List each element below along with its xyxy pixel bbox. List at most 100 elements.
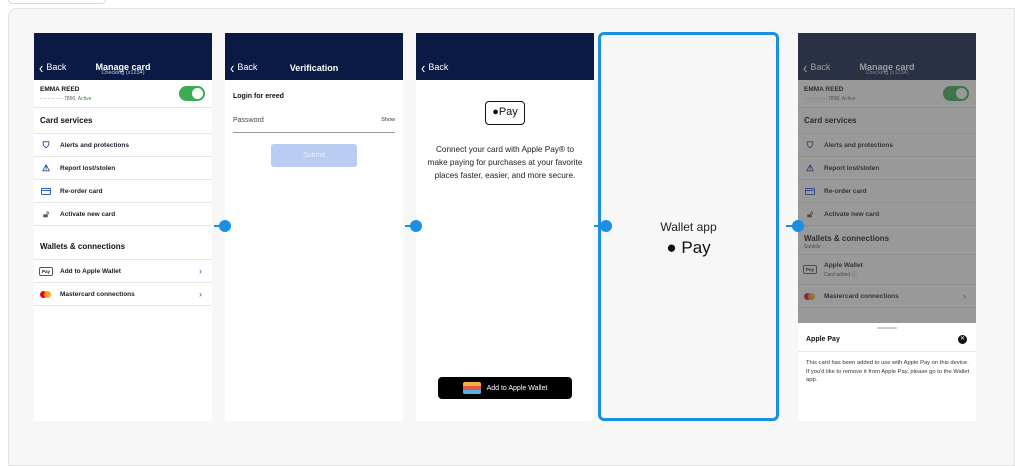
row-label: Apple Wallet <box>824 261 863 269</box>
mastercard-icon <box>804 292 816 300</box>
card-toggle[interactable] <box>943 86 969 101</box>
card-added-status: Card added ⓘ <box>824 271 863 278</box>
wallets-header: Wallets & connections Subtitle <box>798 232 976 255</box>
account-number: ···· ···· ···· 7890, Active <box>40 96 91 102</box>
apple-wallet-text: Apple Wallet Card added ⓘ <box>824 262 863 278</box>
password-field[interactable]: Password Show <box>233 117 395 133</box>
card-services-heading: Card services <box>34 108 212 134</box>
show-password-button[interactable]: Show <box>381 117 395 123</box>
wallets-subtitle: Subtitle <box>804 244 821 250</box>
chevron-right-icon: › <box>963 291 966 301</box>
apple-pay-logo-text: Pay <box>498 106 518 118</box>
manage-card-screen: ‹ Back Manage card Checking (x1234) EMMA… <box>34 33 212 421</box>
page-subtitle: Checking (x1234) <box>865 70 909 76</box>
reorder-card-row[interactable]: Re-order card <box>34 180 212 203</box>
alerts-and-protections-row[interactable]: ⛉ Alerts and protections <box>798 134 976 157</box>
mastercard-icon <box>40 290 52 298</box>
manage-card-confirmation-screen: ‹ Back Manage card Checking (x1234) EMMA… <box>798 33 976 421</box>
warning-icon: ⚠ <box>805 162 815 173</box>
apple-pay-description: Connect your card with Apple Pay® to mak… <box>427 145 583 180</box>
report-lost-stolen-row[interactable]: ⚠ Report lost/stolen <box>34 157 212 180</box>
password-label: Password <box>233 117 264 124</box>
add-to-apple-wallet-button[interactable]: Add to Apple Wallet <box>438 377 572 399</box>
wallet-app-step: Wallet app ● Pay <box>598 32 779 421</box>
nav-bar: ‹ Back Manage card Checking (x1234) <box>34 33 212 80</box>
account-status: Active <box>77 96 92 102</box>
row-label: Report lost/stolen <box>60 164 116 172</box>
close-icon[interactable]: ✕ <box>958 335 967 344</box>
apple-icon: ● <box>492 106 499 118</box>
lock-icon: 🔓︎ <box>807 208 813 219</box>
card-services-heading: Card services <box>798 108 976 134</box>
chevron-right-icon: › <box>199 289 202 299</box>
nav-bar: ‹ Back Verification <box>225 33 403 80</box>
reorder-card-row[interactable]: Re-order card <box>798 180 976 203</box>
activate-new-card-row[interactable]: 🔓︎ Activate new card <box>34 203 212 226</box>
mastercard-connections-row[interactable]: Mastercard connections › <box>798 285 976 308</box>
row-label: Re-order card <box>824 187 867 195</box>
activate-new-card-row[interactable]: 🔓︎ Activate new card <box>798 203 976 226</box>
row-label: Mastercard connections <box>824 292 899 300</box>
card-icon <box>40 187 52 195</box>
wallet-icon <box>462 382 481 394</box>
page-subtitle: Checking (x1234) <box>101 70 145 76</box>
sheet-grabber[interactable] <box>877 327 897 329</box>
account-name: EMMA REED <box>804 86 844 93</box>
verification-screen: ‹ Back Verification Login for ereed Pass… <box>225 33 403 421</box>
mastercard-connections-row[interactable]: Mastercard connections › <box>34 283 212 306</box>
account-name: EMMA REED <box>40 86 80 93</box>
sheet-title: Apple Pay <box>806 336 840 343</box>
lock-icon: 🔓︎ <box>43 208 49 219</box>
account-summary: EMMA REED ···· ···· ···· 7890, Active <box>34 80 212 108</box>
row-label: Activate new card <box>824 210 880 218</box>
apple-icon: ● <box>666 238 677 257</box>
sheet-body: This card has been added to use with App… <box>806 360 970 384</box>
report-lost-stolen-row[interactable]: ⚠ Report lost/stolen <box>798 157 976 180</box>
apple-pay-mark-text: Pay <box>681 238 711 257</box>
add-to-apple-wallet-row[interactable]: Pay Add to Apple Wallet › <box>34 260 212 283</box>
add-to-apple-wallet-label: Add to Apple Wallet <box>486 384 548 392</box>
account-number: ···· ···· ···· 7890, Active <box>804 96 855 102</box>
card-toggle[interactable] <box>179 86 205 101</box>
wallet-app-title: Wallet app <box>660 220 717 234</box>
shield-icon: ⛉ <box>42 139 50 150</box>
account-status: Active <box>841 96 856 102</box>
submit-button[interactable]: Submit <box>271 144 357 167</box>
sheet-divider <box>798 351 976 352</box>
row-label: Report lost/stolen <box>824 164 880 172</box>
apple-pay-badge-icon: Pay <box>39 266 54 276</box>
row-label: Add to Apple Wallet <box>60 267 121 275</box>
back-label: Back <box>428 62 449 72</box>
apple-pay-mark: ● Pay <box>601 238 776 258</box>
apple-pay-intro-screen: ‹ Back ●Pay Connect your card with Apple… <box>416 33 594 421</box>
row-label: Activate new card <box>60 210 116 218</box>
card-icon <box>804 187 816 195</box>
chevron-right-icon: › <box>199 266 202 276</box>
back-button[interactable]: ‹ Back <box>421 58 449 76</box>
connector-dot <box>600 220 612 232</box>
row-label: Re-order card <box>60 187 103 195</box>
card-added-text: Card added <box>824 271 851 278</box>
apple-pay-bottom-sheet: Apple Pay ✕ This card has been added to … <box>798 323 976 421</box>
apple-pay-logo: ●Pay <box>485 101 525 125</box>
nav-bar: ‹ Back <box>416 33 594 80</box>
row-label: Alerts and protections <box>60 141 129 149</box>
row-label: Alerts and protections <box>824 141 893 149</box>
wallets-heading: Wallets & connections <box>34 234 212 260</box>
account-number-text: ···· ···· ···· 7890, <box>804 96 841 102</box>
warning-icon: ⚠ <box>41 162 51 173</box>
shield-icon: ⛉ <box>806 139 814 150</box>
wallets-heading: Wallets & connections <box>804 234 890 243</box>
account-number-text: ···· ···· ···· 7890, <box>40 96 77 102</box>
page-title: Verification <box>289 63 339 73</box>
alerts-and-protections-row[interactable]: ⛉ Alerts and protections <box>34 134 212 157</box>
connector-dot <box>792 220 804 232</box>
browser-tab <box>8 0 106 4</box>
connector-dot <box>410 220 422 232</box>
chevron-left-icon: ‹ <box>421 58 426 76</box>
row-label: Mastercard connections <box>60 290 135 298</box>
nav-bar: ‹ Back Manage card Checking (x1234) <box>798 33 976 80</box>
account-summary: EMMA REED ···· ···· ···· 7890, Active <box>798 80 976 108</box>
apple-wallet-row[interactable]: Pay Apple Wallet Card added ⓘ <box>798 255 976 285</box>
apple-pay-badge-icon: Pay <box>803 265 818 274</box>
